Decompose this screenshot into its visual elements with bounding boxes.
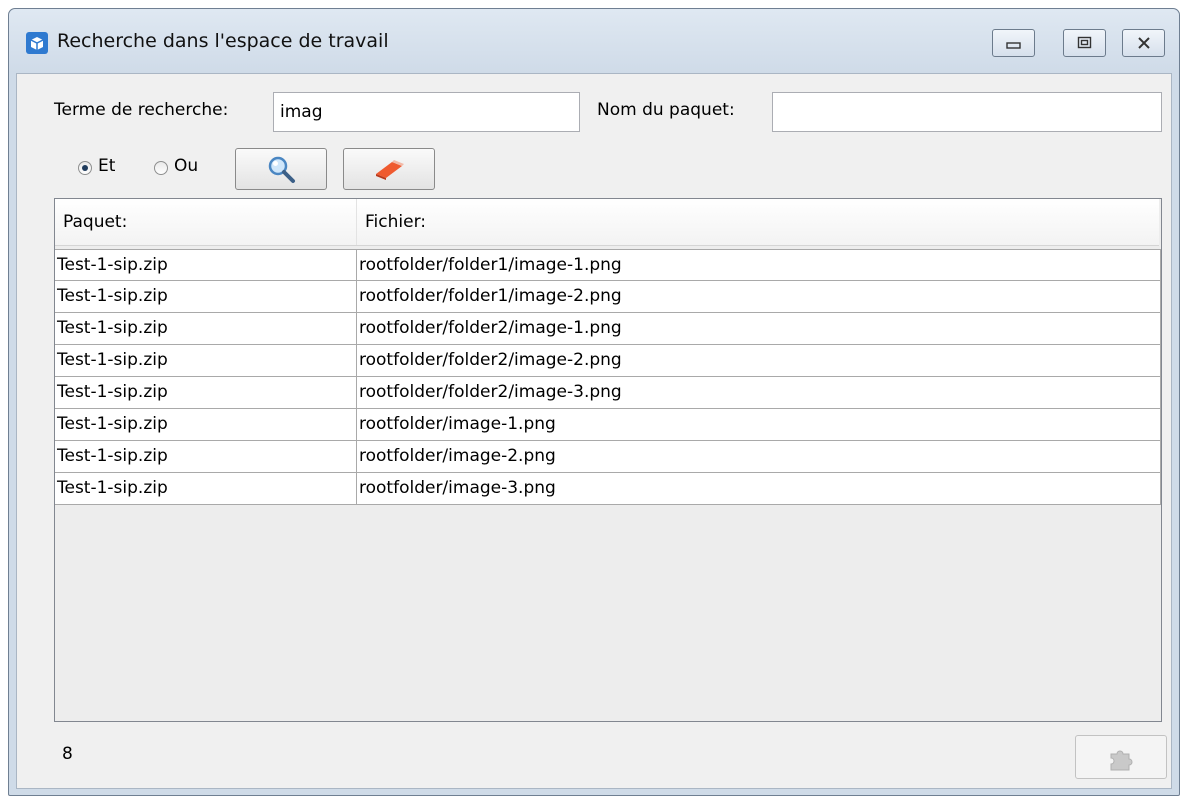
table-row[interactable]: Test-1-sip.zip rootfolder/folder2/image-1… bbox=[55, 313, 1161, 345]
minimize-icon bbox=[1006, 42, 1021, 49]
radio-and-label: Et bbox=[98, 156, 116, 176]
table-row[interactable]: Test-1-sip.zip rootfolder/image-1.png bbox=[55, 409, 1161, 441]
radio-or[interactable] bbox=[154, 161, 168, 175]
title-bar[interactable]: Recherche dans l'espace de travail bbox=[9, 9, 1179, 73]
search-term-input[interactable] bbox=[273, 92, 580, 132]
file-cell: rootfolder/image-2.png bbox=[357, 441, 1161, 472]
file-cell: rootfolder/folder2/image-3.png bbox=[357, 377, 1161, 408]
export-puzzle-icon bbox=[1110, 750, 1133, 771]
window-client-area: Terme de recherche: Nom du paquet: Et Ou… bbox=[16, 73, 1172, 789]
table-row[interactable]: Test-1-sip.zip rootfolder/folder1/image-2… bbox=[55, 281, 1161, 313]
package-cell: Test-1-sip.zip bbox=[55, 281, 357, 312]
table-row[interactable]: Test-1-sip.zip rootfolder/folder2/image-2… bbox=[55, 345, 1161, 377]
window-title: Recherche dans l'espace de travail bbox=[57, 30, 389, 52]
search-window: Recherche dans l'espace de travail Terme… bbox=[8, 8, 1180, 796]
file-cell: rootfolder/folder1/image-2.png bbox=[357, 281, 1161, 312]
package-cell: Test-1-sip.zip bbox=[55, 473, 357, 504]
eraser-icon bbox=[376, 160, 404, 180]
package-cell: Test-1-sip.zip bbox=[55, 250, 357, 281]
close-icon bbox=[1138, 37, 1150, 49]
package-cell: Test-1-sip.zip bbox=[55, 313, 357, 344]
file-cell: rootfolder/folder2/image-1.png bbox=[357, 313, 1161, 344]
radio-or-label: Ou bbox=[174, 156, 199, 176]
close-button[interactable] bbox=[1122, 29, 1165, 57]
table-header: Paquet: Fichier: bbox=[55, 199, 1159, 246]
workspace-app-icon bbox=[26, 32, 48, 54]
package-name-input[interactable] bbox=[772, 92, 1162, 132]
file-cell: rootfolder/image-3.png bbox=[357, 473, 1161, 504]
table-rows: Test-1-sip.zip rootfolder/folder1/image-1… bbox=[55, 249, 1161, 505]
package-cell: Test-1-sip.zip bbox=[55, 377, 357, 408]
result-count: 8 bbox=[62, 744, 73, 764]
file-cell: rootfolder/folder1/image-1.png bbox=[357, 250, 1161, 281]
export-button[interactable] bbox=[1075, 735, 1167, 779]
table-row[interactable]: Test-1-sip.zip rootfolder/folder2/image-3… bbox=[55, 377, 1161, 409]
clear-button[interactable] bbox=[343, 148, 435, 190]
column-header-file[interactable]: Fichier: bbox=[357, 199, 1159, 245]
package-cell: Test-1-sip.zip bbox=[55, 441, 357, 472]
minimize-button[interactable] bbox=[992, 29, 1035, 57]
column-header-package[interactable]: Paquet: bbox=[55, 199, 357, 245]
table-row[interactable]: Test-1-sip.zip rootfolder/image-3.png bbox=[55, 473, 1161, 505]
package-cell: Test-1-sip.zip bbox=[55, 345, 357, 376]
results-table[interactable]: Paquet: Fichier: Test-1-sip.zip rootfolde… bbox=[54, 198, 1162, 722]
table-row[interactable]: Test-1-sip.zip rootfolder/folder1/image-1… bbox=[55, 249, 1161, 281]
search-button[interactable] bbox=[235, 148, 327, 190]
magnifier-icon bbox=[268, 156, 295, 183]
file-cell: rootfolder/image-1.png bbox=[357, 409, 1161, 440]
file-cell: rootfolder/folder2/image-2.png bbox=[357, 345, 1161, 376]
maximize-icon bbox=[1077, 36, 1092, 49]
search-term-label: Terme de recherche: bbox=[54, 100, 229, 120]
package-cell: Test-1-sip.zip bbox=[55, 409, 357, 440]
maximize-button[interactable] bbox=[1063, 29, 1106, 57]
package-name-label: Nom du paquet: bbox=[597, 100, 735, 120]
radio-and[interactable] bbox=[78, 161, 92, 175]
table-row[interactable]: Test-1-sip.zip rootfolder/image-2.png bbox=[55, 441, 1161, 473]
